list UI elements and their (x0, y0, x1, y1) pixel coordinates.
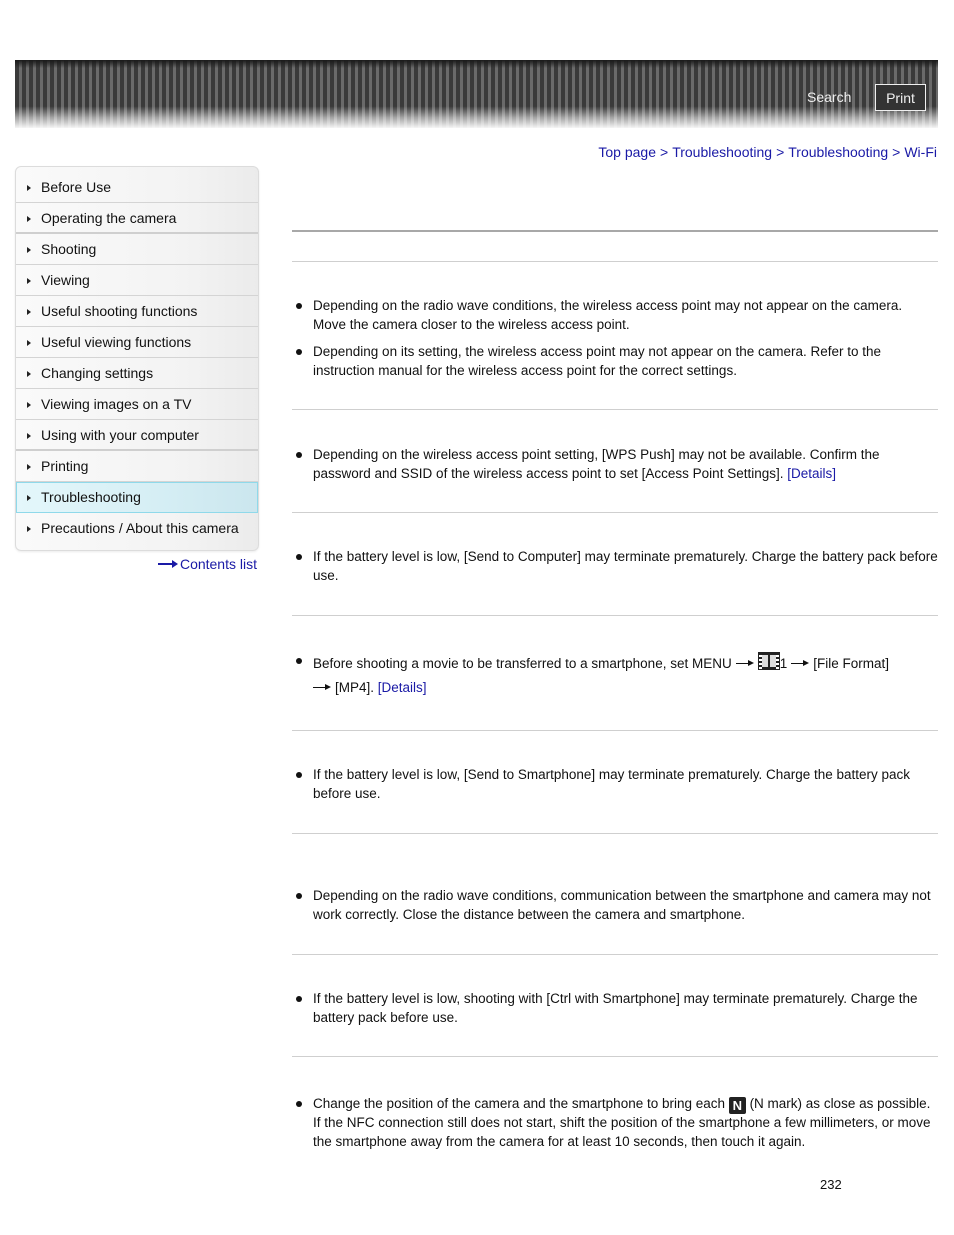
section-divider (292, 954, 938, 955)
sidebar-item-using-with-computer[interactable]: Using with your computer (16, 420, 258, 451)
triangle-right-icon (27, 216, 31, 222)
sidebar-item-changing-settings[interactable]: Changing settings (16, 358, 258, 389)
sidebar-item-useful-viewing-functions[interactable]: Useful viewing functions (16, 327, 258, 358)
section-divider (292, 409, 938, 410)
n-mark-icon: N (728, 1097, 746, 1114)
breadcrumb-wifi[interactable]: Wi-Fi (904, 144, 937, 160)
section-divider (292, 261, 938, 262)
sidebar-item-printing[interactable]: Printing (16, 451, 258, 482)
sidebar-item-label: Using with your computer (41, 427, 199, 443)
triangle-right-icon (27, 526, 31, 532)
sidebar-nav: Before Use Operating the camera Shooting… (15, 166, 259, 551)
triangle-right-icon (27, 402, 31, 408)
sidebar-item-label: Precautions / About this camera (41, 520, 239, 536)
triangle-right-icon (27, 278, 31, 284)
sidebar-item-viewing[interactable]: Viewing (16, 265, 258, 296)
details-link[interactable]: [Details] (378, 680, 427, 695)
breadcrumb-troubleshooting[interactable]: Troubleshooting (672, 144, 772, 160)
section-divider (292, 512, 938, 513)
breadcrumb-separator: > (892, 144, 901, 160)
sidebar-item-label: Viewing images on a TV (41, 396, 192, 412)
breadcrumb-separator: > (776, 144, 785, 160)
breadcrumb-separator: > (660, 144, 669, 160)
print-button[interactable]: Print (875, 84, 926, 111)
triangle-right-icon (27, 340, 31, 346)
list-item: Depending on the radio wave conditions, … (295, 297, 938, 334)
arrow-right-icon (735, 660, 754, 668)
sidebar-item-label: Changing settings (41, 365, 154, 381)
triangle-right-icon (27, 433, 31, 439)
list-item-text: [MP4]. (335, 680, 375, 695)
triangle-right-icon (27, 464, 31, 470)
arrow-right-icon (157, 560, 178, 568)
list-item: Depending on its setting, the wireless a… (295, 343, 938, 380)
list-item-text: [File Format] (813, 656, 889, 671)
title-divider (292, 230, 938, 232)
list-item: If the battery level is low, shooting wi… (295, 990, 938, 1027)
sidebar-item-precautions[interactable]: Precautions / About this camera (16, 513, 258, 543)
list-item: Depending on the wireless access point s… (295, 446, 938, 483)
list-item-text: Change the position of the camera and th… (313, 1096, 726, 1111)
list-item: Depending on the radio wave conditions, … (295, 887, 938, 924)
triangle-right-icon (27, 247, 31, 253)
breadcrumb-top-page[interactable]: Top page (598, 144, 656, 160)
search-link[interactable]: Search (807, 89, 851, 105)
triangle-right-icon (27, 371, 31, 377)
sidebar-item-before-use[interactable]: Before Use (16, 172, 258, 203)
section-divider (292, 730, 938, 731)
sidebar-item-label: Before Use (41, 179, 112, 195)
sidebar-item-label: Printing (41, 458, 89, 474)
triangle-right-icon (27, 309, 31, 315)
list-item: Before shooting a movie to be transferre… (295, 652, 938, 700)
list-item: If the battery level is low, [Send to Co… (295, 548, 938, 585)
sidebar-item-label: Shooting (41, 241, 97, 257)
contents-list-label: Contents list (179, 556, 257, 572)
sidebar-item-operating-the-camera[interactable]: Operating the camera (16, 203, 258, 234)
breadcrumb-troubleshooting-sub[interactable]: Troubleshooting (788, 144, 888, 160)
section-divider (292, 833, 938, 834)
section-divider (292, 615, 938, 616)
sidebar-item-label: Troubleshooting (41, 489, 141, 505)
triangle-right-icon (27, 495, 31, 501)
sidebar-item-label: Viewing (41, 272, 90, 288)
list-item-text: Before shooting a movie to be transferre… (313, 656, 732, 671)
list-item: If the battery level is low, [Send to Sm… (295, 766, 938, 803)
menu-number: 1 (779, 656, 788, 671)
sidebar-item-label: Useful viewing functions (41, 334, 192, 350)
arrow-right-icon (791, 660, 810, 668)
header-banner (15, 60, 938, 128)
sidebar-item-troubleshooting[interactable]: Troubleshooting (16, 482, 258, 513)
list-item: Change the position of the camera and th… (295, 1095, 938, 1151)
sidebar-item-viewing-images-on-tv[interactable]: Viewing images on a TV (16, 389, 258, 420)
details-link[interactable]: [Details] (787, 466, 836, 481)
triangle-right-icon (27, 185, 31, 191)
page-number: 232 (820, 1177, 842, 1192)
section-divider (292, 1056, 938, 1057)
sidebar-item-label: Useful shooting functions (41, 303, 198, 319)
breadcrumb: Top page > Troubleshooting > Troubleshooting… (598, 144, 937, 160)
sidebar-item-shooting[interactable]: Shooting (16, 234, 258, 265)
sidebar-item-useful-shooting-functions[interactable]: Useful shooting functions (16, 296, 258, 327)
sidebar-item-label: Operating the camera (41, 210, 177, 226)
contents-list-link[interactable]: Contents list (157, 556, 257, 572)
movie-icon (757, 652, 780, 670)
arrow-right-icon (313, 684, 331, 692)
